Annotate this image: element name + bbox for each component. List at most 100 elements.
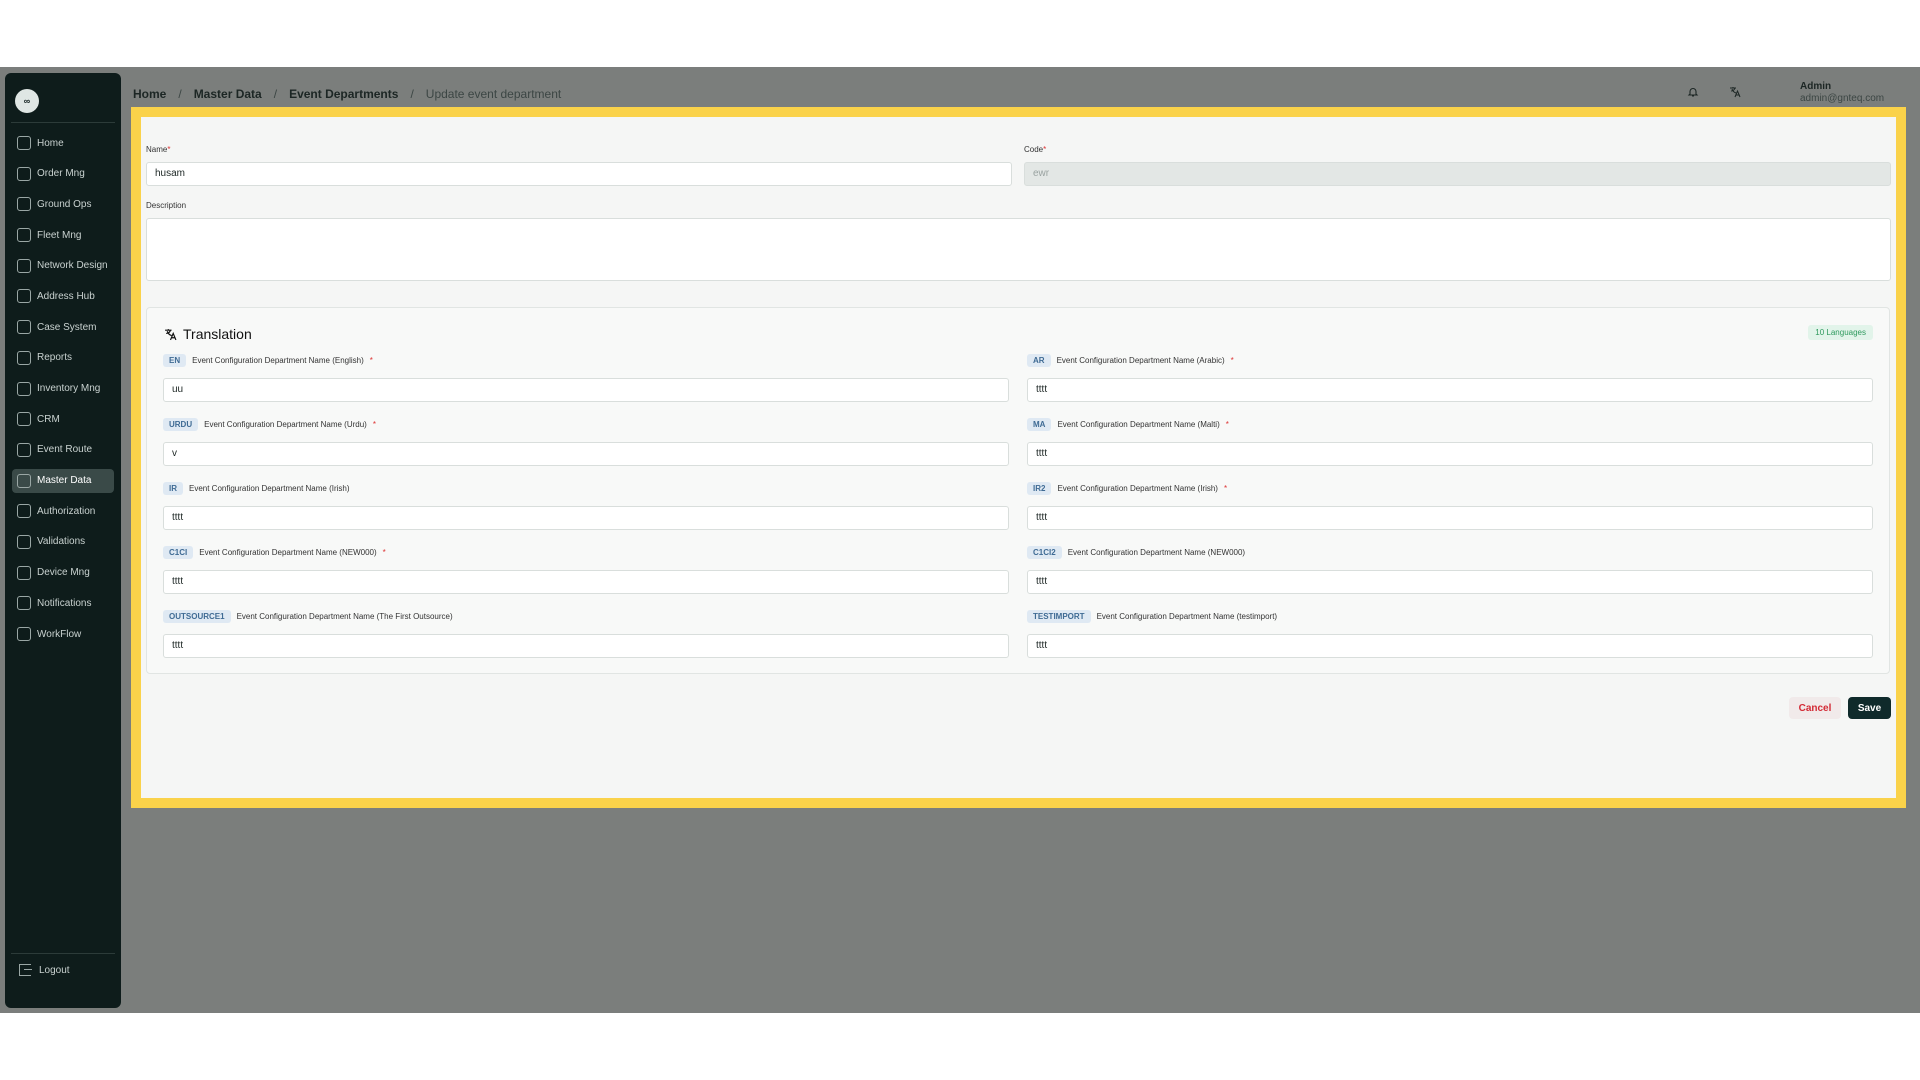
- case-system-icon: [17, 320, 31, 335]
- translation-input[interactable]: tttt: [163, 634, 1009, 658]
- breadcrumb-event-departments[interactable]: Event Departments: [289, 87, 398, 101]
- sidebar-item-validations[interactable]: Validations: [12, 530, 114, 554]
- name-label-text: Name: [146, 145, 168, 154]
- translation-field-header: EN Event Configuration Department Name (E…: [163, 353, 1009, 367]
- translation-input[interactable]: v: [163, 442, 1009, 466]
- translation-field-label: Event Configuration Department Name (NEW…: [199, 547, 377, 557]
- languages-count-badge: 10 Languages: [1808, 325, 1873, 340]
- translation-field-label: Event Configuration Department Name (Mal…: [1057, 419, 1220, 429]
- translation-field-c1ci: C1CI Event Configuration Department Name …: [163, 545, 1009, 594]
- translation-field-header: AR Event Configuration Department Name (A…: [1027, 353, 1873, 367]
- translation-field-testimport: TESTIMPORT Event Configuration Department…: [1027, 609, 1873, 658]
- translation-input[interactable]: tttt: [1027, 378, 1873, 402]
- network-design-icon: [17, 258, 31, 273]
- validations-icon: [17, 534, 31, 549]
- translation-field-label: Event Configuration Department Name (tes…: [1096, 611, 1278, 621]
- sidebar-item-order-mng[interactable]: Order Mng: [12, 162, 114, 186]
- breadcrumb-master-data[interactable]: Master Data: [194, 87, 262, 101]
- translation-field-header: C1CI2 Event Configuration Department Name…: [1027, 545, 1873, 559]
- reports-icon: [17, 350, 31, 365]
- sidebar-item-fleet-mng[interactable]: Fleet Mng: [12, 223, 114, 247]
- device-mng-icon: [17, 565, 31, 580]
- translation-field-header: URDU Event Configuration Department Name …: [163, 417, 1009, 431]
- translation-input[interactable]: tttt: [1027, 634, 1873, 658]
- sidebar-item-notifications[interactable]: Notifications: [12, 591, 114, 615]
- sidebar-item-label: Notifications: [37, 597, 92, 609]
- sidebar-item-device-mng[interactable]: Device Mng: [12, 561, 114, 585]
- translation-field-ar: AR Event Configuration Department Name (A…: [1027, 353, 1873, 402]
- breadcrumb-home[interactable]: Home: [133, 87, 166, 101]
- sidebar-item-label: Device Mng: [37, 567, 90, 579]
- translate-icon[interactable]: [1728, 86, 1742, 100]
- sidebar-item-label: Authorization: [37, 505, 96, 517]
- translation-input[interactable]: tttt: [163, 506, 1009, 530]
- sidebar-item-ground-ops[interactable]: Ground Ops: [12, 192, 114, 216]
- sidebar-item-label: Inventory Mng: [37, 383, 101, 394]
- breadcrumb-current: Update event department: [425, 87, 562, 101]
- sidebar-item-label: Master Data: [37, 475, 92, 487]
- logo[interactable]: ∞: [15, 89, 39, 113]
- user-menu[interactable]: Admin admin@gnteq.com: [1800, 81, 1884, 105]
- sidebar-item-reports[interactable]: Reports: [12, 346, 114, 370]
- sidebar-item-address-hub[interactable]: Address Hub: [12, 284, 114, 308]
- code-label-text: Code: [1024, 145, 1044, 154]
- translation-field-header: C1CI Event Configuration Department Name …: [163, 545, 1009, 559]
- required-mark: *: [382, 547, 386, 557]
- sidebar-item-inventory-mng[interactable]: Inventory Mng: [12, 377, 114, 401]
- logout-button[interactable]: Logout: [19, 964, 70, 976]
- breadcrumb-separator: /: [178, 87, 182, 101]
- translation-field-ir: IR Event Configuration Department Name (I…: [163, 481, 1009, 530]
- breadcrumb-separator: /: [273, 87, 278, 101]
- translation-field-en: EN Event Configuration Department Name (E…: [163, 353, 1009, 402]
- translation-field-label: Event Configuration Department Name (The…: [236, 611, 453, 621]
- bell-icon[interactable]: [1686, 86, 1700, 100]
- name-input[interactable]: husam: [146, 162, 1012, 186]
- translation-input[interactable]: tttt: [163, 570, 1009, 594]
- notifications-icon: [17, 596, 31, 611]
- sidebar-item-home[interactable]: Home: [12, 131, 114, 155]
- sidebar-item-label: Order Mng: [37, 168, 85, 180]
- sidebar-item-label: Reports: [37, 352, 73, 364]
- sidebar-item-case-system[interactable]: Case System: [12, 315, 114, 339]
- translation-field-header: MA Event Configuration Department Name (M…: [1027, 417, 1873, 431]
- translation-title: Translation: [164, 326, 252, 342]
- event-route-icon: [17, 442, 31, 457]
- language-code-badge: MA: [1027, 417, 1052, 431]
- sidebar-item-label: Case System: [37, 321, 97, 333]
- translation-field-label: Event Configuration Department Name (Iri…: [189, 483, 350, 493]
- workflow-icon: [17, 627, 31, 641]
- description-textarea[interactable]: [146, 218, 1891, 281]
- sidebar-item-event-route[interactable]: Event Route: [12, 438, 114, 462]
- sidebar-divider: [11, 953, 115, 954]
- sidebar-item-label: Network Design: [37, 260, 108, 272]
- fleet-mng-icon: [17, 228, 31, 243]
- sidebar-item-network-design[interactable]: Network Design: [12, 254, 114, 278]
- ground-ops-icon: [17, 197, 31, 212]
- translation-input[interactable]: tttt: [1027, 506, 1873, 530]
- translation-field-header: IR Event Configuration Department Name (I…: [163, 481, 1009, 495]
- sidebar-item-label: Home: [37, 137, 64, 149]
- sidebar-item-label: Validations: [37, 536, 86, 548]
- translation-input[interactable]: uu: [163, 378, 1009, 402]
- required-mark: *: [372, 419, 376, 429]
- cancel-button[interactable]: Cancel: [1789, 697, 1841, 719]
- required-mark: *: [1225, 419, 1229, 429]
- required-mark: *: [369, 355, 373, 365]
- home-icon: [17, 136, 31, 150]
- language-code-badge: OUTSOURCE1: [163, 609, 231, 623]
- translation-input[interactable]: tttt: [1027, 442, 1873, 466]
- breadcrumb: Home / Master Data / Event Departments /…: [133, 87, 561, 101]
- language-code-badge: EN: [163, 353, 187, 367]
- sidebar-item-authorization[interactable]: Authorization: [12, 499, 114, 523]
- name-label: Name*: [146, 145, 170, 154]
- save-button[interactable]: Save: [1848, 697, 1891, 719]
- sidebar-item-master-data[interactable]: Master Data: [12, 468, 114, 493]
- required-mark: *: [1230, 355, 1234, 365]
- sidebar-item-workflow[interactable]: WorkFlow: [12, 622, 114, 646]
- language-code-badge: C1CI: [163, 545, 194, 559]
- translation-input[interactable]: tttt: [1027, 570, 1873, 594]
- address-hub-icon: [17, 289, 31, 304]
- authorization-icon: [17, 504, 31, 519]
- required-mark: *: [1223, 483, 1228, 493]
- sidebar-item-crm[interactable]: CRM: [12, 407, 114, 431]
